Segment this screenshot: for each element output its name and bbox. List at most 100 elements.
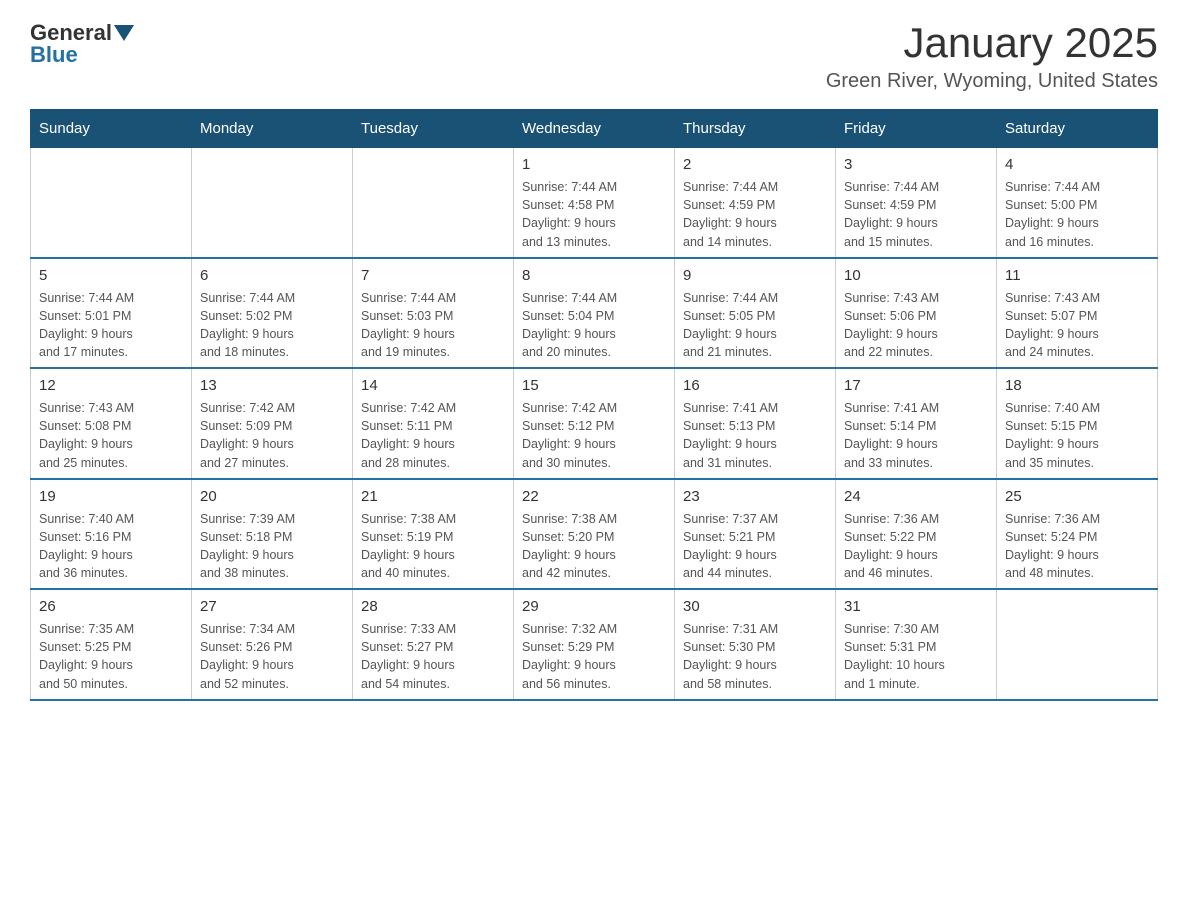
calendar-header: SundayMondayTuesdayWednesdayThursdayFrid… bbox=[31, 110, 1158, 148]
day-cell: 17 Sunrise: 7:41 AMSunset: 5:14 PMDayligh… bbox=[836, 368, 997, 479]
day-cell: 3 Sunrise: 7:44 AMSunset: 4:59 PMDaylight… bbox=[836, 148, 997, 258]
day-number: 3 bbox=[844, 154, 988, 175]
page-title: January 2025 bbox=[826, 20, 1158, 66]
day-cell: 30Sunrise: 7:31 AMSunset: 5:30 PMDayligh… bbox=[675, 589, 836, 700]
day-info: Sunrise: 7:36 AMSunset: 5:24 PMDaylight:… bbox=[1005, 510, 1149, 583]
header-row: SundayMondayTuesdayWednesdayThursdayFrid… bbox=[31, 110, 1158, 148]
day-number: 13 bbox=[200, 375, 344, 396]
day-info: Sunrise: 7:42 AMSunset: 5:11 PMDaylight:… bbox=[361, 399, 505, 472]
day-number: 5 bbox=[39, 265, 183, 286]
day-info: Sunrise: 7:38 AMSunset: 5:19 PMDaylight:… bbox=[361, 510, 505, 583]
day-number: 9 bbox=[683, 265, 827, 286]
day-number: 7 bbox=[361, 265, 505, 286]
day-number: 2 bbox=[683, 154, 827, 175]
logo: General Blue bbox=[30, 20, 136, 68]
day-info: Sunrise: 7:30 AMSunset: 5:31 PMDaylight:… bbox=[844, 620, 988, 693]
day-number: 27 bbox=[200, 596, 344, 617]
day-cell: 15 Sunrise: 7:42 AMSunset: 5:12 PMDayligh… bbox=[514, 368, 675, 479]
day-info: Sunrise: 7:43 AMSunset: 5:06 PMDaylight:… bbox=[844, 289, 988, 362]
day-cell: 26 Sunrise: 7:35 AMSunset: 5:25 PMDayligh… bbox=[31, 589, 192, 700]
day-cell bbox=[353, 148, 514, 258]
header-cell-sunday: Sunday bbox=[31, 110, 192, 148]
week-row-0: 1 Sunrise: 7:44 AMSunset: 4:58 PMDaylight… bbox=[31, 148, 1158, 258]
day-number: 4 bbox=[1005, 154, 1149, 175]
calendar-table: SundayMondayTuesdayWednesdayThursdayFrid… bbox=[30, 109, 1158, 701]
header-cell-tuesday: Tuesday bbox=[353, 110, 514, 148]
day-cell: 14 Sunrise: 7:42 AMSunset: 5:11 PMDayligh… bbox=[353, 368, 514, 479]
day-cell: 22Sunrise: 7:38 AMSunset: 5:20 PMDayligh… bbox=[514, 479, 675, 590]
day-info: Sunrise: 7:44 AMSunset: 5:04 PMDaylight:… bbox=[522, 289, 666, 362]
calendar-body: 1 Sunrise: 7:44 AMSunset: 4:58 PMDaylight… bbox=[31, 148, 1158, 700]
day-number: 14 bbox=[361, 375, 505, 396]
day-info: Sunrise: 7:41 AMSunset: 5:13 PMDaylight:… bbox=[683, 399, 827, 472]
day-number: 18 bbox=[1005, 375, 1149, 396]
header-cell-thursday: Thursday bbox=[675, 110, 836, 148]
day-cell: 4Sunrise: 7:44 AMSunset: 5:00 PMDaylight… bbox=[997, 148, 1158, 258]
day-cell: 19 Sunrise: 7:40 AMSunset: 5:16 PMDayligh… bbox=[31, 479, 192, 590]
header-cell-saturday: Saturday bbox=[997, 110, 1158, 148]
day-number: 29 bbox=[522, 596, 666, 617]
day-cell: 5 Sunrise: 7:44 AMSunset: 5:01 PMDaylight… bbox=[31, 258, 192, 369]
day-number: 30 bbox=[683, 596, 827, 617]
day-info: Sunrise: 7:41 AMSunset: 5:14 PMDaylight:… bbox=[844, 399, 988, 472]
day-cell: 16Sunrise: 7:41 AMSunset: 5:13 PMDayligh… bbox=[675, 368, 836, 479]
day-number: 10 bbox=[844, 265, 988, 286]
day-info: Sunrise: 7:44 AMSunset: 5:05 PMDaylight:… bbox=[683, 289, 827, 362]
day-info: Sunrise: 7:40 AMSunset: 5:15 PMDaylight:… bbox=[1005, 399, 1149, 472]
day-number: 6 bbox=[200, 265, 344, 286]
logo-blue-text: Blue bbox=[30, 42, 78, 68]
day-cell: 18 Sunrise: 7:40 AMSunset: 5:15 PMDayligh… bbox=[997, 368, 1158, 479]
day-number: 15 bbox=[522, 375, 666, 396]
day-number: 31 bbox=[844, 596, 988, 617]
day-cell: 6 Sunrise: 7:44 AMSunset: 5:02 PMDaylight… bbox=[192, 258, 353, 369]
day-number: 1 bbox=[522, 154, 666, 175]
day-cell: 7 Sunrise: 7:44 AMSunset: 5:03 PMDaylight… bbox=[353, 258, 514, 369]
title-block: January 2025 Green River, Wyoming, Unite… bbox=[826, 20, 1158, 93]
day-info: Sunrise: 7:44 AMSunset: 5:03 PMDaylight:… bbox=[361, 289, 505, 362]
day-info: Sunrise: 7:42 AMSunset: 5:09 PMDaylight:… bbox=[200, 399, 344, 472]
page-subtitle: Green River, Wyoming, United States bbox=[826, 70, 1158, 93]
day-info: Sunrise: 7:44 AMSunset: 5:01 PMDaylight:… bbox=[39, 289, 183, 362]
header-cell-wednesday: Wednesday bbox=[514, 110, 675, 148]
day-cell: 29Sunrise: 7:32 AMSunset: 5:29 PMDayligh… bbox=[514, 589, 675, 700]
day-cell: 11Sunrise: 7:43 AMSunset: 5:07 PMDayligh… bbox=[997, 258, 1158, 369]
day-cell: 1 Sunrise: 7:44 AMSunset: 4:58 PMDaylight… bbox=[514, 148, 675, 258]
day-cell: 24 Sunrise: 7:36 AMSunset: 5:22 PMDayligh… bbox=[836, 479, 997, 590]
day-cell: 9 Sunrise: 7:44 AMSunset: 5:05 PMDaylight… bbox=[675, 258, 836, 369]
day-info: Sunrise: 7:43 AMSunset: 5:07 PMDaylight:… bbox=[1005, 289, 1149, 362]
day-cell bbox=[997, 589, 1158, 700]
day-cell: 12 Sunrise: 7:43 AMSunset: 5:08 PMDayligh… bbox=[31, 368, 192, 479]
day-info: Sunrise: 7:44 AMSunset: 4:59 PMDaylight:… bbox=[683, 178, 827, 251]
day-info: Sunrise: 7:44 AMSunset: 5:02 PMDaylight:… bbox=[200, 289, 344, 362]
day-info: Sunrise: 7:35 AMSunset: 5:25 PMDaylight:… bbox=[39, 620, 183, 693]
day-info: Sunrise: 7:44 AMSunset: 4:58 PMDaylight:… bbox=[522, 178, 666, 251]
day-cell bbox=[192, 148, 353, 258]
week-row-1: 5 Sunrise: 7:44 AMSunset: 5:01 PMDaylight… bbox=[31, 258, 1158, 369]
day-info: Sunrise: 7:36 AMSunset: 5:22 PMDaylight:… bbox=[844, 510, 988, 583]
day-cell: 10 Sunrise: 7:43 AMSunset: 5:06 PMDayligh… bbox=[836, 258, 997, 369]
day-number: 22 bbox=[522, 486, 666, 507]
day-number: 23 bbox=[683, 486, 827, 507]
day-number: 19 bbox=[39, 486, 183, 507]
day-number: 20 bbox=[200, 486, 344, 507]
day-cell: 13 Sunrise: 7:42 AMSunset: 5:09 PMDayligh… bbox=[192, 368, 353, 479]
day-info: Sunrise: 7:33 AMSunset: 5:27 PMDaylight:… bbox=[361, 620, 505, 693]
day-cell: 28 Sunrise: 7:33 AMSunset: 5:27 PMDayligh… bbox=[353, 589, 514, 700]
week-row-3: 19 Sunrise: 7:40 AMSunset: 5:16 PMDayligh… bbox=[31, 479, 1158, 590]
day-number: 24 bbox=[844, 486, 988, 507]
day-info: Sunrise: 7:44 AMSunset: 4:59 PMDaylight:… bbox=[844, 178, 988, 251]
day-info: Sunrise: 7:39 AMSunset: 5:18 PMDaylight:… bbox=[200, 510, 344, 583]
day-number: 17 bbox=[844, 375, 988, 396]
day-info: Sunrise: 7:40 AMSunset: 5:16 PMDaylight:… bbox=[39, 510, 183, 583]
day-number: 8 bbox=[522, 265, 666, 286]
day-number: 26 bbox=[39, 596, 183, 617]
header-cell-friday: Friday bbox=[836, 110, 997, 148]
day-info: Sunrise: 7:34 AMSunset: 5:26 PMDaylight:… bbox=[200, 620, 344, 693]
day-cell: 8 Sunrise: 7:44 AMSunset: 5:04 PMDaylight… bbox=[514, 258, 675, 369]
day-number: 28 bbox=[361, 596, 505, 617]
page-header: General Blue January 2025 Green River, W… bbox=[30, 20, 1158, 93]
day-cell: 25Sunrise: 7:36 AMSunset: 5:24 PMDayligh… bbox=[997, 479, 1158, 590]
day-number: 12 bbox=[39, 375, 183, 396]
day-info: Sunrise: 7:43 AMSunset: 5:08 PMDaylight:… bbox=[39, 399, 183, 472]
day-info: Sunrise: 7:42 AMSunset: 5:12 PMDaylight:… bbox=[522, 399, 666, 472]
